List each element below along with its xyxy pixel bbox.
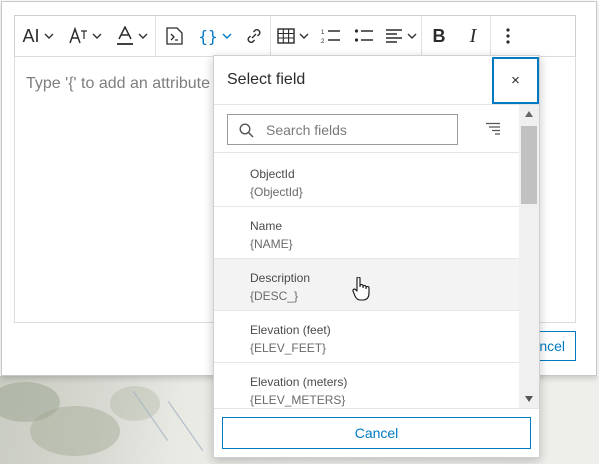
more-options-button[interactable] — [491, 16, 525, 56]
list-scrollbar[interactable] — [519, 105, 539, 408]
editor-placeholder: Type '{' to add an attribute — [26, 75, 211, 92]
insert-expression-button[interactable] — [156, 16, 192, 56]
field-token: {ELEV_METERS} — [250, 393, 346, 407]
bullet-list-button[interactable] — [347, 16, 381, 56]
field-list-item[interactable]: Elevation (feet) {ELEV_FEET} — [214, 311, 519, 363]
bold-icon: B — [432, 25, 446, 46]
field-token: {NAME} — [250, 237, 293, 251]
search-input[interactable] — [266, 115, 451, 144]
search-icon — [239, 123, 254, 138]
ai-assistant-button[interactable]: AI — [15, 16, 61, 56]
font-color-button[interactable] — [109, 16, 155, 56]
font-color-icon — [117, 26, 133, 45]
search-box[interactable] — [227, 114, 458, 145]
popover-header: Select field × — [214, 56, 539, 105]
numbered-list-button[interactable]: 12 — [315, 16, 347, 56]
field-list-item[interactable]: Name {NAME} — [214, 207, 519, 259]
bullet-list-icon — [354, 29, 373, 42]
italic-button[interactable]: I — [456, 16, 490, 56]
chevron-down-icon — [92, 33, 102, 39]
italic-icon: I — [469, 24, 477, 47]
chevron-down-icon — [407, 33, 417, 39]
editor-toolbar: AI {} 1 2 B I — [14, 15, 576, 57]
more-icon — [506, 28, 510, 44]
insert-table-button[interactable] — [271, 16, 315, 56]
field-label: Elevation (feet) — [250, 323, 331, 337]
field-token: {ELEV_FEET} — [250, 341, 327, 355]
field-list-item[interactable]: ObjectId {ObjectId} — [214, 155, 519, 207]
table-icon — [277, 28, 295, 44]
popover-title: Select field — [227, 71, 306, 88]
close-icon: × — [511, 72, 520, 89]
font-size-button[interactable] — [61, 16, 109, 56]
field-list-item[interactable]: Elevation (meters) {ELEV_METERS} — [214, 363, 519, 408]
font-size-icon — [69, 27, 87, 44]
scroll-up-arrow-icon[interactable] — [525, 111, 533, 117]
svg-text:2: 2 — [321, 39, 325, 45]
numbered-list-icon: 12 — [321, 30, 340, 45]
hand-cursor-icon — [352, 277, 370, 301]
chevron-down-icon — [222, 33, 232, 39]
insert-field-icon: {} — [198, 26, 218, 46]
filter-sort-icon[interactable] — [485, 122, 501, 136]
link-icon — [247, 29, 261, 43]
svg-text:1: 1 — [321, 30, 325, 36]
field-label: Elevation (meters) — [250, 375, 348, 389]
scroll-down-arrow-icon[interactable] — [525, 396, 533, 402]
chevron-down-icon — [44, 33, 53, 39]
field-label: Name — [250, 219, 283, 233]
field-label: ObjectId — [250, 167, 295, 181]
close-button[interactable]: × — [492, 57, 539, 104]
chevron-down-icon — [299, 33, 309, 39]
search-row — [214, 105, 519, 153]
scroll-thumb[interactable] — [521, 126, 537, 204]
align-icon — [386, 29, 402, 43]
cancel-button[interactable]: Cancel — [222, 417, 531, 449]
insert-link-button[interactable] — [238, 16, 270, 56]
select-field-popover: Select field × ObjectId {ObjectId} Name {NA… — [213, 55, 540, 458]
field-token: {ObjectId} — [250, 185, 303, 199]
chevron-down-icon — [138, 33, 148, 39]
ai-icon: AI — [22, 25, 40, 46]
insert-field-button[interactable]: {} — [192, 16, 238, 56]
insert-expression-icon — [166, 27, 183, 45]
align-button[interactable] — [381, 16, 421, 56]
popover-footer: Cancel — [214, 408, 539, 457]
field-label: Description — [250, 271, 311, 285]
field-token: {DESC_} — [250, 289, 299, 303]
bold-button[interactable]: B — [422, 16, 456, 56]
